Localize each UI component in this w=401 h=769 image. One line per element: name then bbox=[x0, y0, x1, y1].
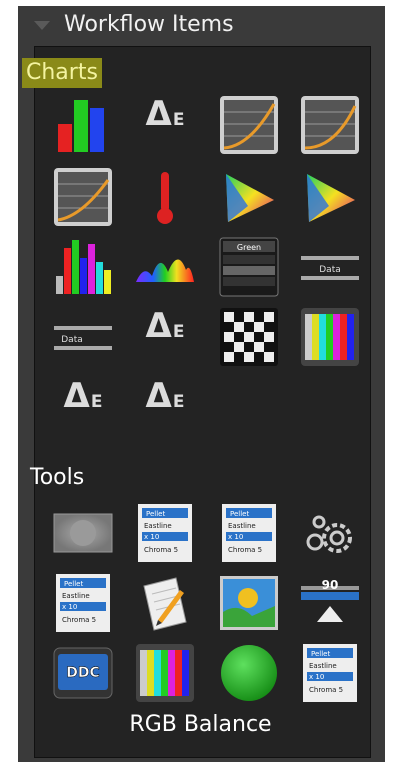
ddc-monitor-icon[interactable]: DDC bbox=[52, 642, 114, 704]
delta-e-letter: E bbox=[90, 392, 103, 412]
color-bars-tool-icon[interactable] bbox=[134, 642, 196, 704]
delta-e-letter: E bbox=[172, 110, 185, 130]
color-bars-pattern-icon[interactable] bbox=[299, 306, 361, 368]
delta-symbol: Δ bbox=[145, 306, 172, 346]
list-widget-tool-2-icon[interactable]: Pellet Eastline x 10 Chroma 5 bbox=[52, 572, 114, 634]
list-line-2: Eastline bbox=[144, 522, 172, 530]
ddc-label: DDC bbox=[66, 665, 100, 681]
list-line-1: Pellet bbox=[230, 510, 249, 518]
rgb-bar-chart-icon[interactable] bbox=[52, 94, 114, 156]
delta-symbol: Δ bbox=[63, 376, 90, 416]
luminance-curve-chart-icon[interactable] bbox=[52, 166, 114, 228]
list-line-2: Eastline bbox=[309, 662, 337, 670]
rgb-balance-label: RGB Balance bbox=[129, 712, 272, 737]
list-widget-tool-icon[interactable]: Pellet Eastline x 10 Chroma 5 bbox=[134, 502, 196, 564]
delta-symbol: Δ bbox=[145, 94, 172, 134]
checkerboard-pattern-icon[interactable] bbox=[218, 306, 280, 368]
delta-e-letter: E bbox=[172, 392, 185, 412]
data-bar-icon[interactable]: Data bbox=[299, 236, 361, 298]
cie-gamut-triangle-alt-icon[interactable] bbox=[299, 166, 361, 228]
list-line-4: Chroma 5 bbox=[309, 686, 343, 694]
gamma-curve-chart-alt-icon[interactable] bbox=[299, 94, 361, 156]
image-viewer-icon[interactable] bbox=[218, 572, 280, 634]
multi-color-bar-chart-icon[interactable] bbox=[52, 236, 114, 298]
data-bar-alt-text: Data bbox=[61, 335, 83, 345]
spectrum-wave-icon[interactable] bbox=[134, 236, 196, 298]
list-line-2: Eastline bbox=[228, 522, 256, 530]
list-line-1: Pellet bbox=[146, 510, 165, 518]
list-line-2: Eastline bbox=[62, 592, 90, 600]
list-line-3: x 10 bbox=[144, 533, 159, 541]
gamma-curve-chart-icon[interactable] bbox=[218, 94, 280, 156]
delta-e-3-icon[interactable]: ΔE bbox=[52, 376, 114, 438]
list-line-1: Pellet bbox=[64, 580, 83, 588]
list-line-3: x 10 bbox=[62, 603, 77, 611]
collapse-triangle-icon[interactable] bbox=[34, 21, 50, 30]
section-charts-label: Charts bbox=[22, 58, 102, 88]
workflow-items-header[interactable]: Workflow Items bbox=[18, 6, 385, 40]
list-line-3: x 10 bbox=[228, 533, 243, 541]
data-bar-alt-icon[interactable]: Data bbox=[52, 306, 114, 368]
listbox-header-text: Green bbox=[237, 243, 261, 252]
notepad-pencil-icon[interactable] bbox=[134, 572, 196, 634]
listbox-widget-icon[interactable]: Green bbox=[218, 236, 280, 298]
delta-e-icon[interactable]: ΔE bbox=[134, 94, 196, 156]
delta-e-4-icon[interactable]: ΔE bbox=[134, 376, 196, 438]
panel-title: Workflow Items bbox=[64, 12, 234, 37]
gauge-value-text: 90 bbox=[322, 578, 339, 592]
delta-symbol: Δ bbox=[145, 376, 172, 416]
list-line-1: Pellet bbox=[311, 650, 330, 658]
list-widget-tool-3-icon[interactable]: Pellet Eastline x 10 Chroma 5 bbox=[299, 642, 361, 704]
list-line-4: Chroma 5 bbox=[62, 616, 96, 624]
delta-e-letter: E bbox=[172, 322, 185, 342]
gears-settings-icon[interactable] bbox=[299, 502, 361, 564]
list-line-4: Chroma 5 bbox=[144, 546, 178, 554]
list-line-3: x 10 bbox=[309, 673, 324, 681]
section-tools-label: Tools bbox=[30, 465, 85, 490]
list-line-4: Chroma 5 bbox=[228, 546, 262, 554]
green-button-icon[interactable] bbox=[218, 642, 280, 704]
delta-e-2-icon[interactable]: ΔE bbox=[134, 306, 196, 368]
gray-patch-tool-icon[interactable] bbox=[52, 502, 114, 564]
data-bar-text: Data bbox=[319, 265, 341, 275]
thermometer-icon[interactable] bbox=[134, 166, 196, 228]
level-gauge-icon[interactable]: 90 bbox=[299, 572, 361, 634]
list-widget-tool-alt-icon[interactable]: Pellet Eastline x 10 Chroma 5 bbox=[218, 502, 280, 564]
cie-gamut-triangle-icon[interactable] bbox=[218, 166, 280, 228]
